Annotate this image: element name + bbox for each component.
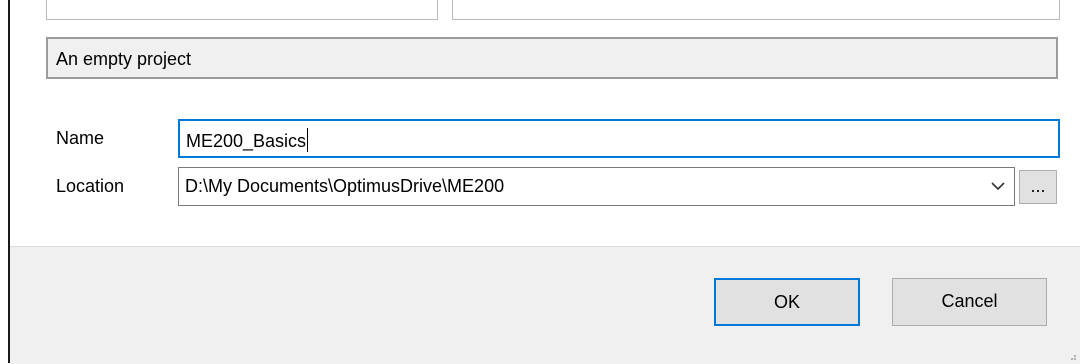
- name-label: Name: [56, 128, 105, 148]
- location-label: Location: [56, 176, 125, 196]
- dialog-content: An empty project Name ME200_Basics Locat…: [10, 0, 1080, 246]
- chevron-down-icon[interactable]: [990, 178, 1006, 194]
- ok-button[interactable]: OK: [714, 278, 860, 326]
- resize-grip-icon[interactable]: [1067, 351, 1077, 361]
- text-caret: [307, 128, 309, 152]
- project-types-list[interactable]: [46, 0, 438, 20]
- templates-list[interactable]: [452, 0, 1060, 20]
- dialog-button-bar: OK Cancel: [10, 246, 1080, 364]
- name-field[interactable]: ME200_Basics: [178, 119, 1060, 158]
- template-description: An empty project: [46, 37, 1058, 79]
- location-combobox-value: D:\My Documents\OptimusDrive\ME200: [185, 176, 505, 196]
- template-description-text: An empty project: [56, 49, 192, 69]
- browse-button[interactable]: ...: [1019, 170, 1057, 204]
- location-combobox[interactable]: D:\My Documents\OptimusDrive\ME200: [178, 167, 1015, 206]
- cancel-button[interactable]: Cancel: [892, 278, 1047, 326]
- name-field-value: ME200_Basics: [186, 131, 307, 151]
